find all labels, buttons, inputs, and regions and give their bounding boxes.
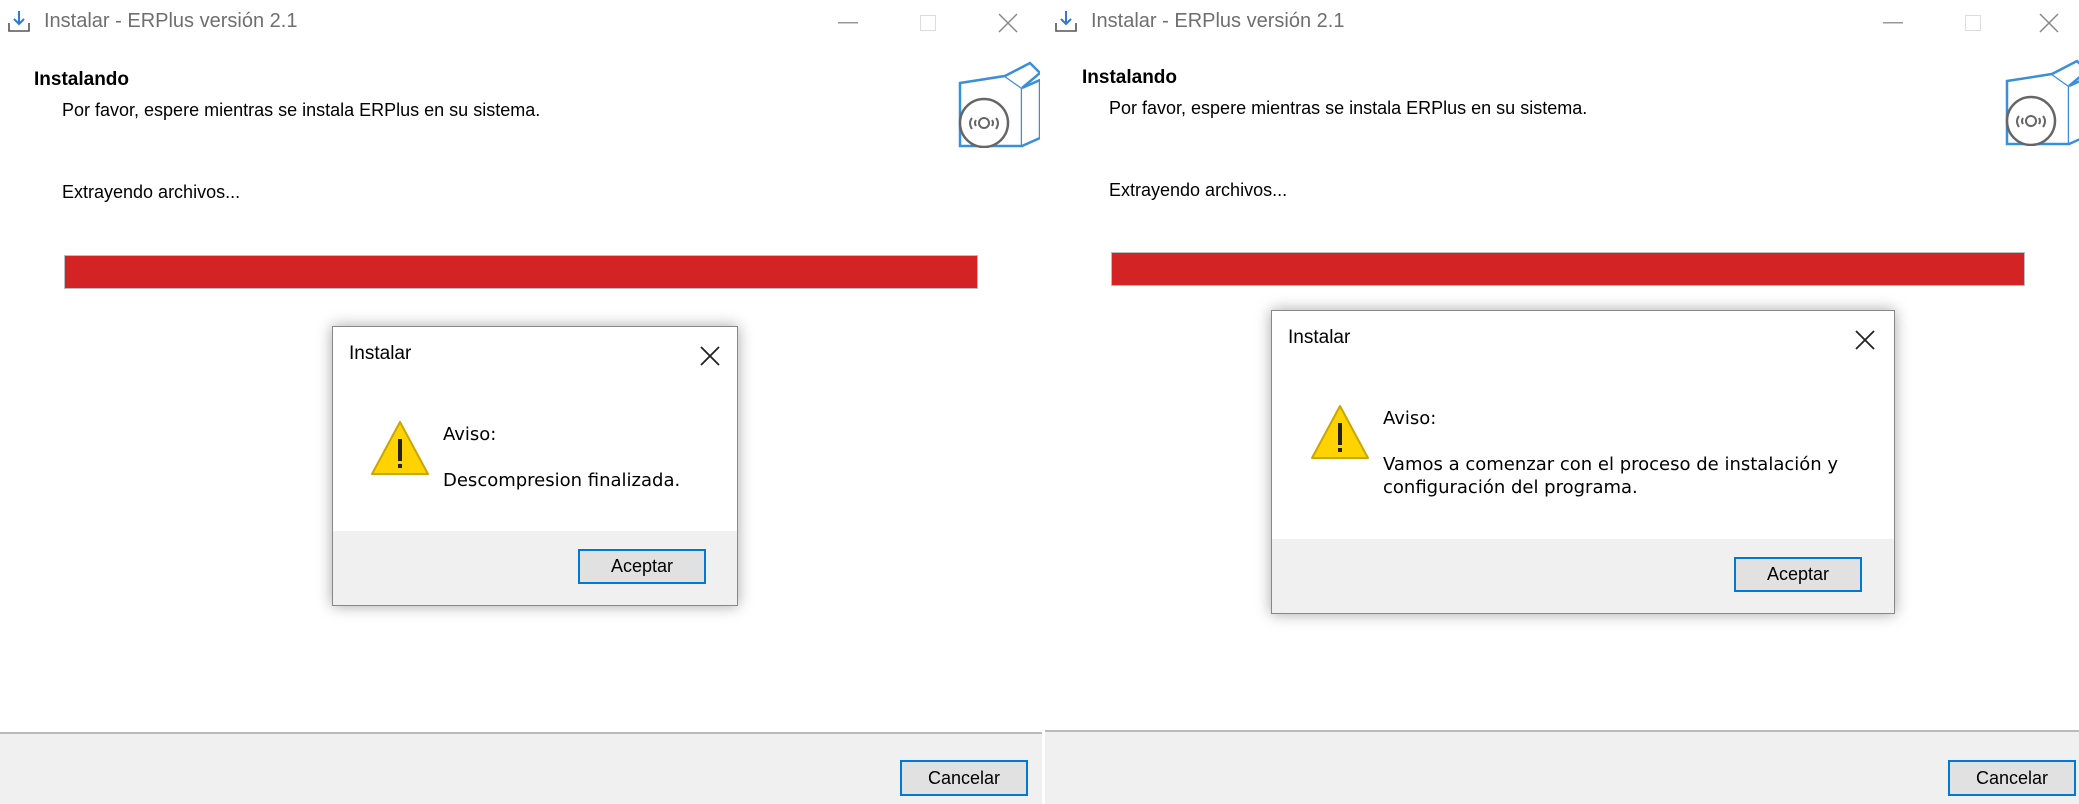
maximize-icon [1965, 15, 1981, 31]
close-icon [998, 13, 1018, 33]
progress-bar [1111, 252, 2025, 286]
dialog-title: Instalar [349, 343, 412, 364]
status-text: Extrayendo archivos... [1109, 180, 1288, 200]
maximize-icon [920, 15, 936, 31]
maximize-button[interactable] [1943, 0, 2003, 46]
alert-dialog: Instalar Aviso: Vamos a comenzar con el … [1271, 310, 1895, 614]
title-bar[interactable]: Instalar - ERPlus versión 2.1 [1045, 0, 2079, 50]
cancel-button[interactable]: Cancelar [900, 760, 1028, 796]
download-tray-icon [1055, 11, 1077, 32]
window-footer [0, 732, 1042, 804]
page-heading: Instalando [1082, 67, 1178, 88]
close-button[interactable] [978, 0, 1038, 46]
close-icon [1855, 330, 1875, 350]
dialog-title: Instalar [1288, 327, 1351, 348]
dialog-message-body: Descompresion finalizada. [443, 470, 681, 491]
minimize-button[interactable] [1863, 0, 1923, 46]
cancel-button[interactable]: Cancelar [1948, 760, 2076, 796]
installer-window-right: Instalar - ERPlus versión 2.1 Instalando… [1045, 0, 2079, 804]
page-subheading: Por favor, espere mientras se instala ER… [1109, 98, 1588, 118]
window-footer [1045, 730, 2079, 804]
status-text: Extrayendo archivos... [62, 182, 241, 202]
dialog-close-button[interactable] [693, 339, 727, 373]
ok-button[interactable]: Aceptar [1734, 557, 1862, 592]
page-subheading: Por favor, espere mientras se instala ER… [62, 100, 541, 120]
software-box-disc-icon [2005, 59, 2079, 146]
dialog-footer: Aceptar [1272, 539, 1894, 613]
progress-fill [65, 256, 977, 288]
progress-fill [1112, 253, 2024, 285]
alert-dialog: Instalar Aviso: Descompresion finalizada… [332, 326, 738, 606]
dialog-footer: Aceptar [333, 531, 737, 605]
window-title: Instalar - ERPlus versión 2.1 [44, 10, 298, 32]
close-icon [2039, 13, 2059, 33]
title-bar[interactable]: Instalar - ERPlus versión 2.1 [0, 0, 1042, 50]
minimize-icon [1883, 22, 1903, 24]
dialog-message-body-line1: Vamos a comenzar con el proceso de insta… [1383, 454, 1839, 475]
dialog-message-title: Aviso: [443, 424, 497, 445]
maximize-button[interactable] [898, 0, 958, 46]
minimize-button[interactable] [818, 0, 878, 46]
dialog-message-title: Aviso: [1383, 408, 1437, 429]
download-tray-icon [8, 11, 30, 32]
progress-bar [64, 255, 978, 289]
warning-triangle-icon [371, 421, 429, 475]
page-heading: Instalando [34, 69, 130, 90]
installer-window-left: Instalar - ERPlus versión 2.1 Instalando… [0, 0, 1042, 804]
window-title: Instalar - ERPlus versión 2.1 [1091, 10, 1345, 32]
minimize-icon [838, 22, 858, 24]
warning-triangle-icon [1311, 405, 1369, 459]
software-box-disc-icon [958, 61, 1040, 148]
dialog-close-button[interactable] [1848, 323, 1882, 357]
close-button[interactable] [2019, 0, 2079, 46]
close-icon [700, 346, 720, 366]
dialog-message-body-line2: configuración del programa. [1383, 477, 1638, 498]
ok-button[interactable]: Aceptar [578, 549, 706, 584]
